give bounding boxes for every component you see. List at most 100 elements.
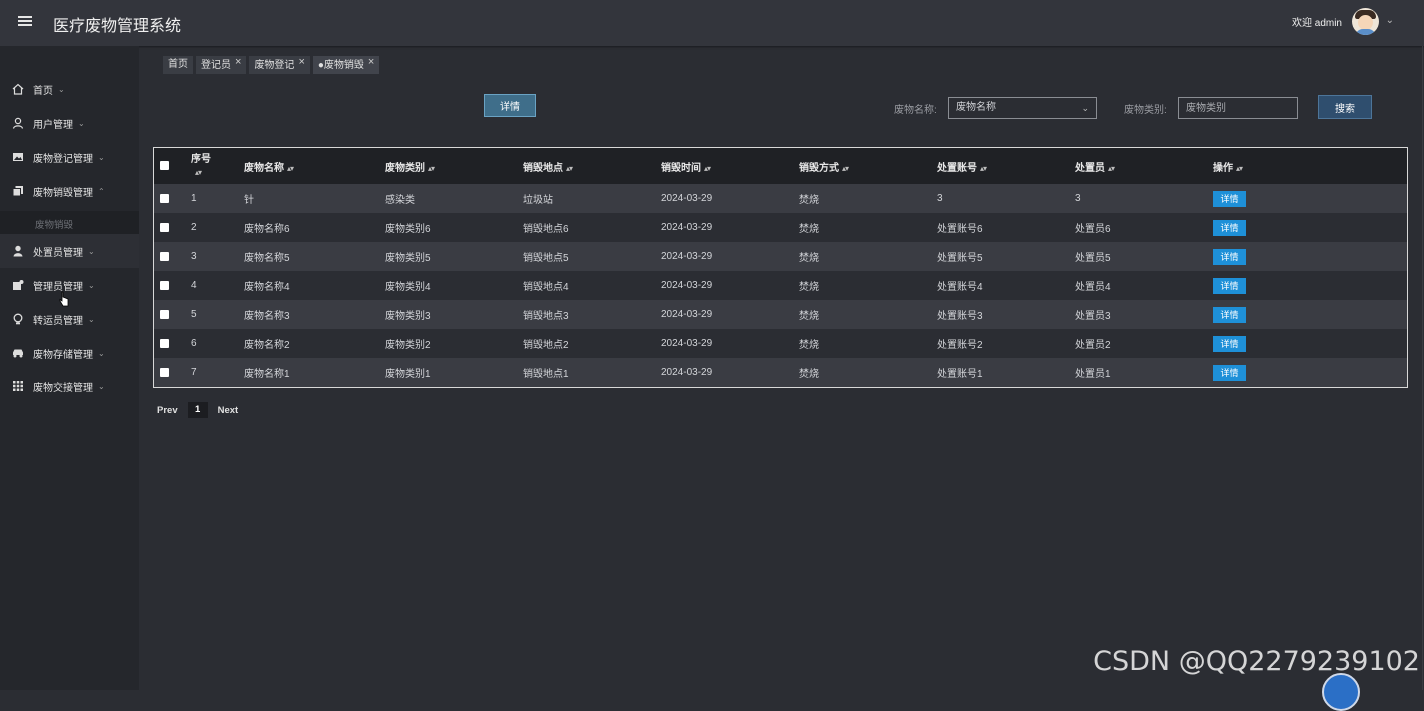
- sort-icon[interactable]: ▴▾: [1236, 164, 1243, 173]
- next-page-link[interactable]: Next: [218, 405, 239, 416]
- table-row[interactable]: 4 废物名称4 废物类别4 销毁地点4 2024-03-29 焚烧 处置账号4 处置员4 详情: [154, 271, 1407, 300]
- sidebar-item-8[interactable]: 废物存储管理 ⌄: [0, 336, 139, 370]
- tab-2[interactable]: 登记员 ×: [196, 56, 247, 74]
- row-detail-button[interactable]: 详情: [1213, 248, 1246, 265]
- sidebar-item-9[interactable]: 废物交接管理 ⌄: [0, 369, 139, 403]
- table-row[interactable]: 3 废物名称5 废物类别5 销毁地点5 2024-03-29 焚烧 处置账号5 处置员5 详情: [154, 242, 1407, 271]
- detail-button[interactable]: 详情: [484, 94, 536, 117]
- table-cell: 销毁地点5: [523, 242, 661, 271]
- waste-name-select[interactable]: 废物名称 ⌄: [948, 97, 1097, 119]
- tab-4[interactable]: ●废物销毁 ×: [312, 56, 380, 74]
- column-header[interactable]: 销毁方式 ▴▾: [799, 148, 937, 184]
- scrollbar[interactable]: [1422, 46, 1423, 690]
- column-header-label: 处置账号: [937, 162, 977, 174]
- column-header-label: 操作: [1213, 162, 1233, 174]
- row-checkbox[interactable]: [160, 193, 169, 203]
- table-row[interactable]: 6 废物名称2 废物类别2 销毁地点2 2024-03-29 焚烧 处置账号2 处置员2 详情: [154, 329, 1407, 358]
- table-cell: 焚烧: [799, 242, 937, 271]
- row-checkbox[interactable]: [160, 280, 169, 290]
- tab-bar: 首页 登记员 × 废物登记 × ●废物销毁 ×: [163, 56, 382, 74]
- sort-icon[interactable]: ▴▾: [287, 164, 294, 173]
- sidebar-item-6[interactable]: 管理员管理 ⌄: [0, 268, 139, 302]
- sort-icon[interactable]: ▴▾: [195, 168, 202, 177]
- row-checkbox[interactable]: [160, 338, 169, 348]
- waste-type-input[interactable]: [1178, 97, 1298, 119]
- table-row[interactable]: 5 废物名称3 废物类别3 销毁地点3 2024-03-29 焚烧 处置账号3 处置员3 详情: [154, 300, 1407, 329]
- sort-icon[interactable]: ▴▾: [842, 164, 849, 173]
- table-cell: 3: [191, 242, 244, 271]
- column-header-label: 销毁方式: [799, 162, 839, 174]
- sidebar-item-7[interactable]: 转运员管理 ⌄: [0, 302, 139, 336]
- table-cell: 3: [937, 184, 1075, 213]
- column-header[interactable]: 销毁时间 ▴▾: [661, 148, 799, 184]
- close-icon[interactable]: ×: [368, 56, 374, 68]
- sort-icon[interactable]: ▴▾: [980, 164, 987, 173]
- chevron-down-icon: ⌄: [58, 84, 65, 94]
- column-header[interactable]: 废物名称 ▴▾: [244, 148, 385, 184]
- chevron-down-icon: ⌄: [78, 118, 85, 128]
- row-checkbox[interactable]: [160, 222, 169, 232]
- sort-icon[interactable]: ▴▾: [1108, 164, 1115, 173]
- table-row[interactable]: 7 废物名称1 废物类别1 销毁地点1 2024-03-29 焚烧 处置账号1 处置员1 详情: [154, 358, 1407, 387]
- row-checkbox[interactable]: [160, 367, 169, 377]
- table-cell: 处置员1: [1075, 358, 1213, 387]
- close-icon[interactable]: ×: [235, 56, 241, 68]
- row-checkbox[interactable]: [160, 309, 169, 319]
- page-number[interactable]: 1: [187, 402, 208, 418]
- row-detail-button[interactable]: 详情: [1213, 190, 1246, 207]
- table-cell: 感染类: [385, 184, 523, 213]
- sidebar-item-1[interactable]: 首页 ⌄: [0, 72, 139, 106]
- column-header[interactable]: 处置账号 ▴▾: [937, 148, 1075, 184]
- table-cell: 销毁地点3: [523, 300, 661, 329]
- tab-1[interactable]: 首页: [163, 56, 193, 74]
- table-cell: 处置账号1: [937, 358, 1075, 387]
- chevron-down-icon[interactable]: ⌄: [1386, 15, 1394, 26]
- column-header-label: 处置员: [1075, 162, 1105, 174]
- table-cell: 垃圾站: [523, 184, 661, 213]
- sort-icon[interactable]: ▴▾: [704, 164, 711, 173]
- table-cell: 焚烧: [799, 300, 937, 329]
- column-header-label: 序号: [191, 154, 211, 165]
- column-header[interactable]: 处置员 ▴▾: [1075, 148, 1213, 184]
- menu-toggle-icon[interactable]: [18, 14, 32, 28]
- sort-icon[interactable]: ▴▾: [428, 164, 435, 173]
- column-header[interactable]: 废物类别 ▴▾: [385, 148, 523, 184]
- floating-action-button[interactable]: [1322, 673, 1360, 711]
- column-header[interactable]: 销毁地点 ▴▾: [523, 148, 661, 184]
- sidebar-item-label: 废物登记管理: [33, 153, 93, 165]
- sidebar-subitem-waste-destroy[interactable]: 废物销毁: [0, 211, 139, 236]
- table-cell: 处置员2: [1075, 329, 1213, 358]
- sort-icon[interactable]: ▴▾: [566, 164, 573, 173]
- table-cell: 处置员6: [1075, 213, 1213, 242]
- sidebar-item-label: 首页: [33, 85, 53, 97]
- waste-type-label: 废物类别:: [1124, 105, 1167, 116]
- table-row[interactable]: 2 废物名称6 废物类别6 销毁地点6 2024-03-29 焚烧 处置账号6 处置员6 详情: [154, 213, 1407, 242]
- home-icon: [12, 83, 24, 95]
- table-cell: 废物类别6: [385, 213, 523, 242]
- sidebar-item-5[interactable]: 处置员管理 ⌄: [0, 234, 139, 268]
- column-header[interactable]: 操作 ▴▾: [1213, 148, 1407, 184]
- row-detail-button[interactable]: 详情: [1213, 306, 1246, 323]
- tab-label: ●废物销毁: [317, 60, 364, 71]
- search-button[interactable]: 搜索: [1318, 95, 1372, 119]
- table-cell: 6: [191, 329, 244, 358]
- chevron-down-icon: ⌄: [98, 152, 105, 162]
- row-detail-button[interactable]: 详情: [1213, 277, 1246, 294]
- tab-3[interactable]: 废物登记 ×: [249, 56, 310, 74]
- row-detail-button[interactable]: 详情: [1213, 219, 1246, 236]
- sidebar-item-3[interactable]: 废物登记管理 ⌄: [0, 140, 139, 174]
- column-header[interactable]: 序号 ▴▾: [191, 148, 244, 184]
- table-row[interactable]: 1 针感染类 垃圾站 2024-03-29 焚烧 3 3 详情: [154, 184, 1407, 213]
- sidebar-item-2[interactable]: 用户管理 ⌄: [0, 106, 139, 140]
- table-cell: 废物类别1: [385, 358, 523, 387]
- copy-icon: [12, 185, 24, 197]
- sidebar-item-4[interactable]: 废物销毁管理 ⌃: [0, 174, 139, 208]
- row-detail-button[interactable]: 详情: [1213, 335, 1246, 352]
- prev-page-link[interactable]: Prev: [157, 405, 178, 416]
- row-checkbox[interactable]: [160, 251, 169, 261]
- select-all-checkbox[interactable]: [160, 161, 169, 171]
- row-detail-button[interactable]: 详情: [1213, 364, 1246, 381]
- close-icon[interactable]: ×: [298, 56, 304, 68]
- table-cell: 销毁地点4: [523, 271, 661, 300]
- avatar[interactable]: [1352, 8, 1379, 35]
